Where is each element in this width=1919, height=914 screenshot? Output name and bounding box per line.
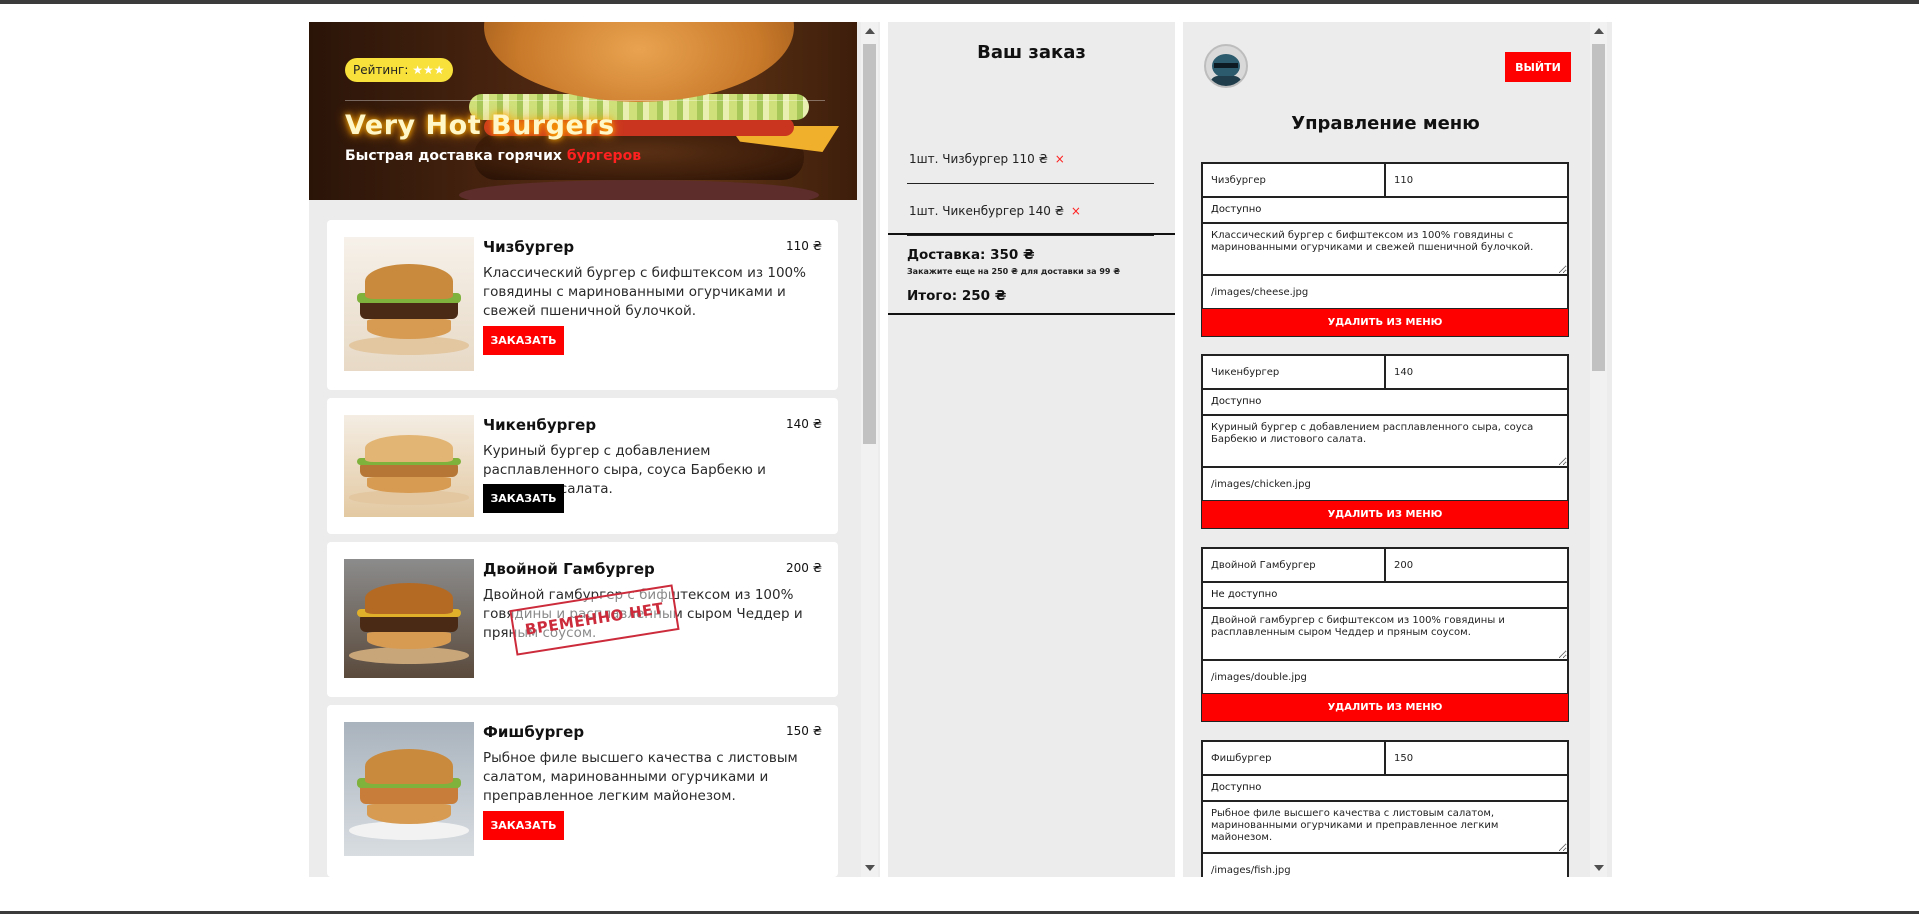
order-item-text: 1шт. Чикенбургер 140 ₴ [909, 204, 1064, 218]
name-field[interactable] [1202, 548, 1385, 582]
name-field[interactable] [1202, 355, 1385, 389]
dish-description: Рыбное филе высшего качества с листовым … [483, 750, 798, 804]
name-field[interactable] [1202, 163, 1385, 197]
rating-label: Рейтинг: [353, 63, 409, 77]
order-title: Ваш заказ [977, 42, 1086, 63]
status-select[interactable]: Доступно [1202, 197, 1568, 223]
order-item: 1шт. Чизбургер 110 ₴ × [907, 132, 1154, 184]
admin-title: Управление меню [1291, 113, 1480, 134]
dish-image [344, 722, 474, 856]
dish-image [344, 559, 474, 678]
admin-panel: ВЫЙТИ Управление меню Доступно Классичес… [1183, 22, 1612, 877]
window-top-border [0, 0, 1919, 4]
menu-item-card: Чизбургер 110 ₴ Классический бургер с би… [327, 220, 838, 390]
tagline-accent: бургеров [566, 148, 642, 164]
image-field[interactable] [1202, 275, 1568, 309]
image-field[interactable] [1202, 660, 1568, 694]
admin-scrollbar[interactable] [1590, 22, 1607, 877]
delivery-note: Закажите еще на 250 ₴ для доставки за 99… [907, 267, 1121, 276]
remove-item-icon[interactable]: × [1071, 204, 1081, 218]
dish-name: Чизбургер [483, 238, 575, 256]
dish-image [344, 415, 474, 517]
dish-price: 110 ₴ [785, 239, 822, 253]
description-field[interactable]: Классический бургер с бифштексом из 100%… [1202, 223, 1568, 275]
dish-price: 150 ₴ [785, 724, 822, 738]
hero-banner: Рейтинг: ★★★ Very Hot Burgers Быстрая до… [309, 22, 857, 200]
hero-divider [345, 100, 825, 101]
tagline-text: Быстрая доставка горячих [345, 148, 562, 164]
rating-badge: Рейтинг: ★★★ [345, 58, 453, 82]
menu-edit-form: Доступно Классический бургер с бифштексо… [1201, 162, 1569, 337]
dish-price: 140 ₴ [785, 417, 822, 431]
menu-edit-form: Доступно Куриный бургер с добавлением ра… [1201, 354, 1569, 529]
menu-scrollbar[interactable] [861, 22, 878, 877]
dish-name: Двойной Гамбургер [483, 560, 655, 578]
status-select[interactable]: Не доступно [1202, 582, 1568, 608]
dish-name: Чикенбургер [483, 416, 597, 434]
rating-stars: ★★★ [412, 63, 445, 77]
menu-item-card: Двойной Гамбургер 200 ₴ Двойной гамбурге… [327, 542, 838, 697]
menu-item-card: Фишбургер 150 ₴ Рыбное филе высшего каче… [327, 705, 838, 877]
hero-bun [484, 22, 794, 102]
price-field[interactable] [1385, 548, 1568, 582]
delivery-cost: Доставка: 350 ₴ [907, 247, 1035, 263]
dish-price: 200 ₴ [785, 561, 822, 575]
order-button[interactable]: ЗАКАЗАТЬ [483, 326, 564, 355]
order-total: Итого: 250 ₴ [907, 288, 1007, 304]
order-button[interactable]: ЗАКАЗАТЬ [483, 811, 564, 840]
scroll-down-icon[interactable] [865, 865, 875, 871]
order-button[interactable]: ЗАКАЗАТЬ [483, 484, 564, 513]
menu-panel: Рейтинг: ★★★ Very Hot Burgers Быстрая до… [309, 22, 880, 877]
price-field[interactable] [1385, 355, 1568, 389]
hero-plate [459, 180, 819, 200]
logout-button[interactable]: ВЫЙТИ [1505, 52, 1571, 82]
scrollbar-thumb[interactable] [1592, 44, 1605, 371]
menu-edit-form: Доступно Рыбное филе высшего качества с … [1201, 740, 1569, 877]
description-field[interactable]: Двойной гамбургер с бифштексом из 100% г… [1202, 608, 1568, 660]
image-field[interactable] [1202, 467, 1568, 501]
remove-item-icon[interactable]: × [1055, 152, 1065, 166]
dish-image [344, 237, 474, 371]
dish-name: Фишбургер [483, 723, 585, 741]
order-item: 1шт. Чикенбургер 140 ₴ × [907, 184, 1154, 236]
price-field[interactable] [1385, 741, 1568, 775]
name-field[interactable] [1202, 741, 1385, 775]
brand-title: Very Hot Burgers [345, 110, 615, 141]
scroll-up-icon[interactable] [865, 28, 875, 34]
delete-button[interactable]: УДАЛИТЬ ИЗ МЕНЮ [1202, 694, 1568, 721]
price-field[interactable] [1385, 163, 1568, 197]
order-item-text: 1шт. Чизбургер 110 ₴ [909, 152, 1048, 166]
image-field[interactable] [1202, 853, 1568, 877]
avatar[interactable] [1204, 44, 1248, 88]
dish-description: Классический бургер с бифштексом из 100%… [483, 265, 806, 319]
scrollbar-thumb[interactable] [863, 44, 876, 444]
delete-button[interactable]: УДАЛИТЬ ИЗ МЕНЮ [1202, 501, 1568, 528]
order-panel: Ваш заказ 1шт. Чизбургер 110 ₴ × 1шт. Чи… [888, 22, 1175, 877]
scroll-up-icon[interactable] [1594, 28, 1604, 34]
tagline: Быстрая доставка горячих бургеров [345, 148, 641, 164]
description-field[interactable]: Рыбное филе высшего качества с листовым … [1202, 801, 1568, 853]
description-field[interactable]: Куриный бургер с добавлением расплавленн… [1202, 415, 1568, 467]
order-summary: Доставка: 350 ₴ Закажите еще на 250 ₴ дл… [888, 233, 1175, 315]
scroll-down-icon[interactable] [1594, 865, 1604, 871]
status-select[interactable]: Доступно [1202, 775, 1568, 801]
status-select[interactable]: Доступно [1202, 389, 1568, 415]
delete-button[interactable]: УДАЛИТЬ ИЗ МЕНЮ [1202, 309, 1568, 336]
menu-item-card: Чикенбургер 140 ₴ Куриный бургер с добав… [327, 398, 838, 534]
menu-edit-form: Не доступно Двойной гамбургер с бифштекс… [1201, 547, 1569, 722]
